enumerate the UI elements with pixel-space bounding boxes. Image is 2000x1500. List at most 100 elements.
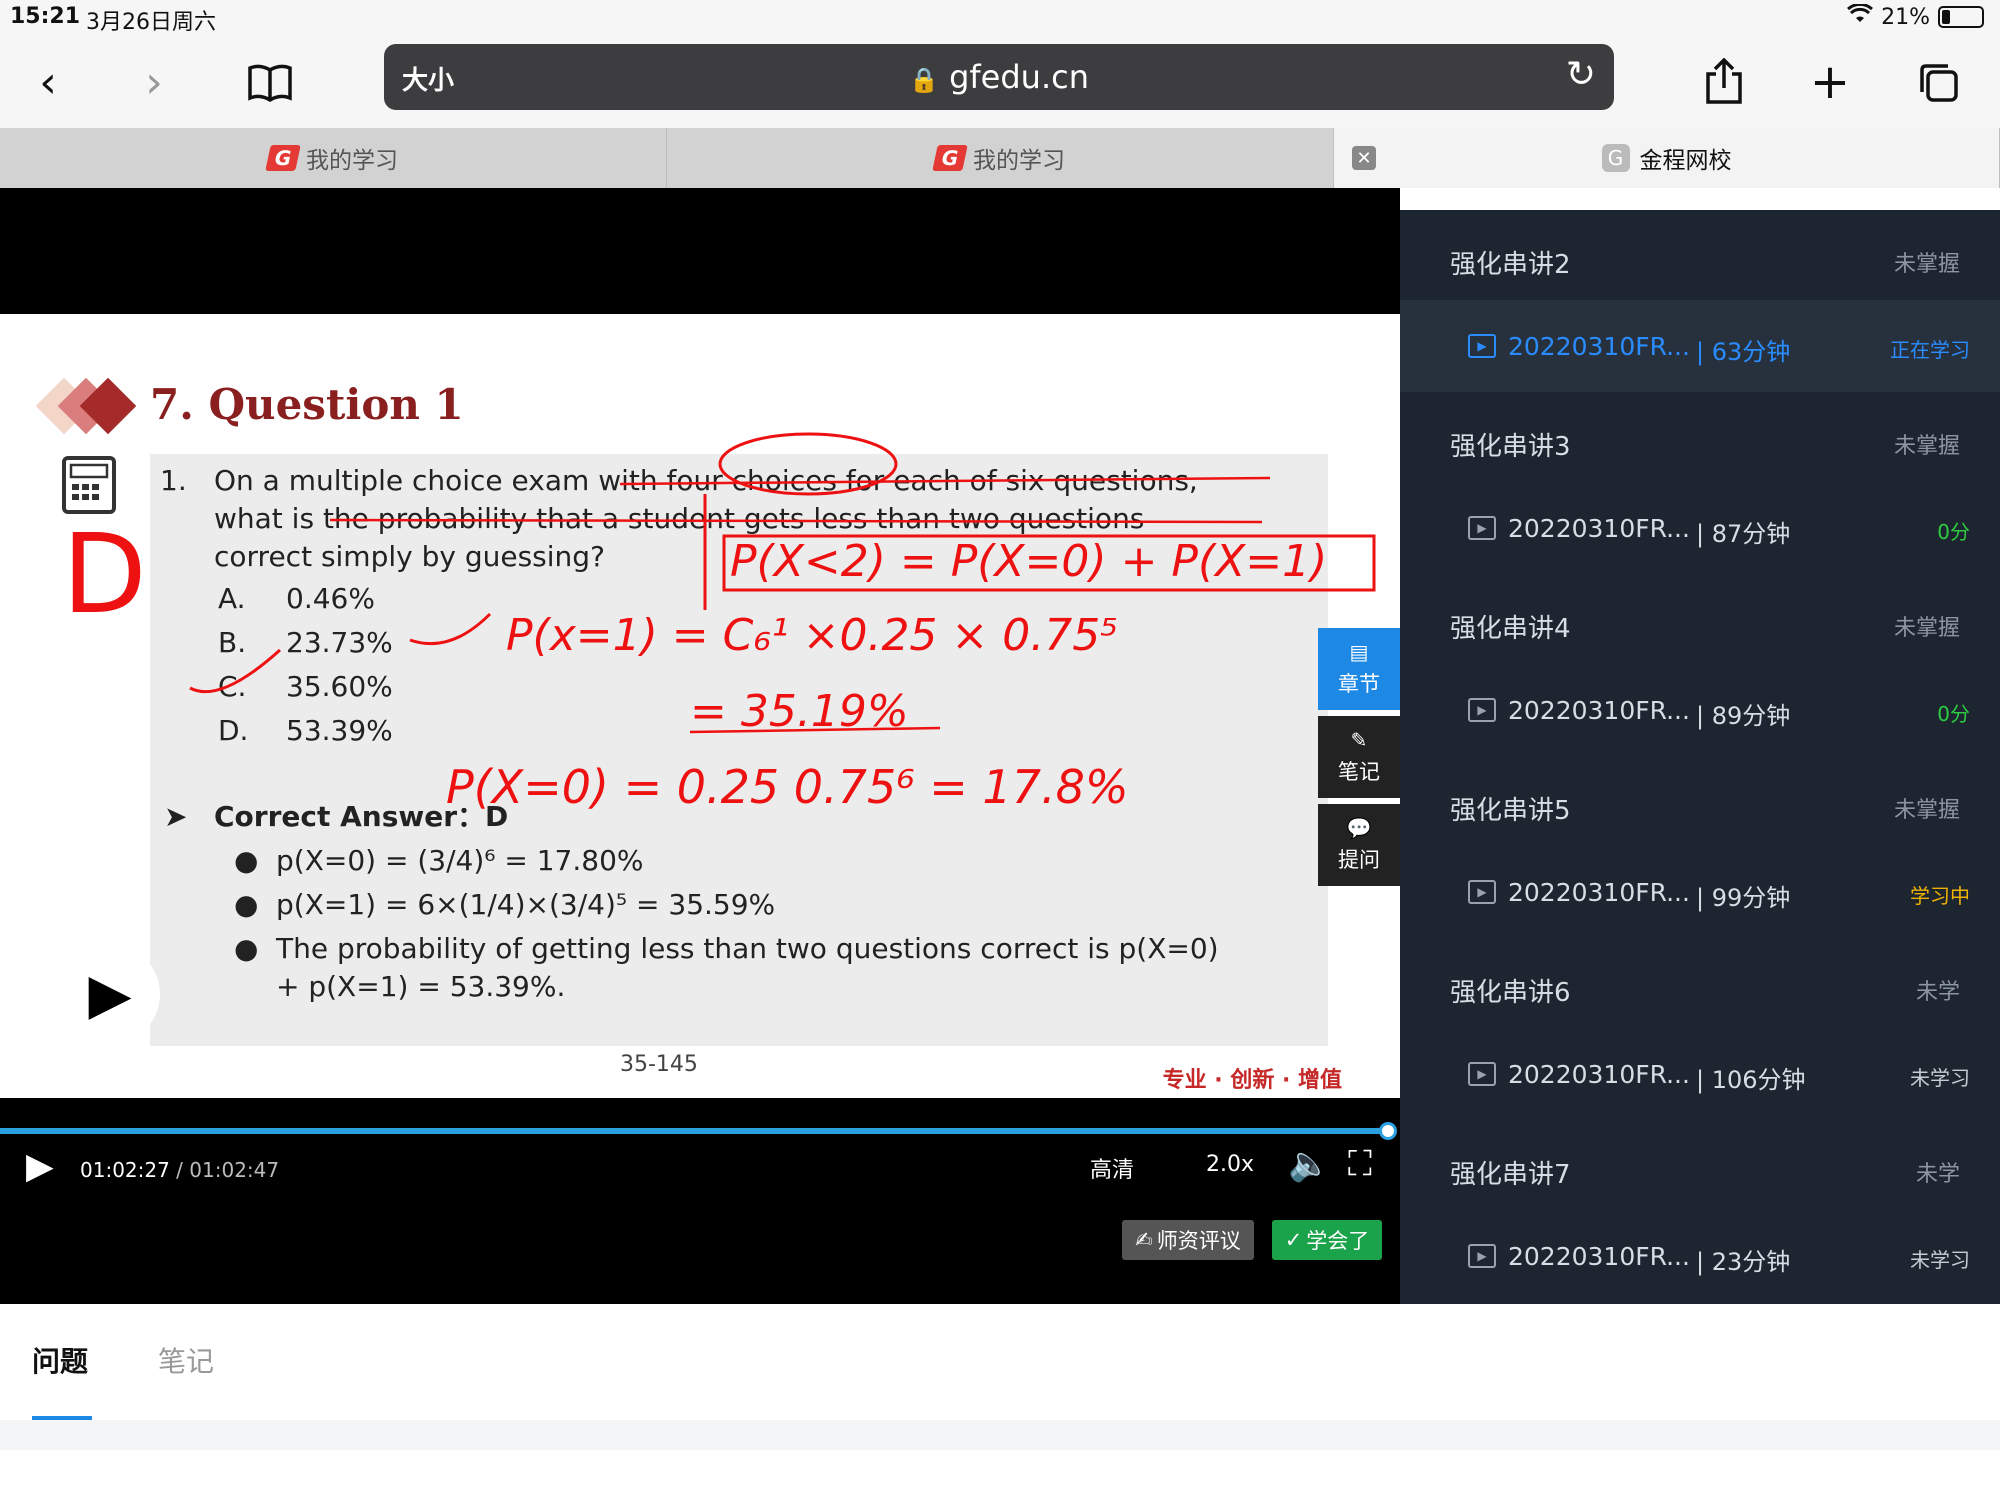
lesson-length: | 63分钟 [1696, 338, 1791, 366]
chapter-item[interactable]: 强化串讲7 未学 [1400, 1120, 2000, 1210]
close-tab-icon[interactable]: ✕ [1352, 146, 1376, 170]
time-display: 01:02:27 / 01:02:47 [80, 1158, 279, 1182]
lesson-title: 20220310FR... [1508, 332, 1690, 361]
url-display[interactable]: 🔒 gfedu.cn [384, 58, 1614, 96]
list-icon: ▤ [1349, 640, 1369, 664]
lesson-title: 20220310FR... [1508, 1242, 1690, 1271]
gfedu-logo-icon: G [932, 145, 968, 171]
lesson-status: 0分 [1937, 520, 1970, 544]
chapter-status: 未掌握 [1893, 616, 1960, 641]
chapter-item[interactable]: 强化串讲5 未掌握 [1400, 756, 2000, 846]
lesson-title: 20220310FR... [1508, 1060, 1690, 1089]
lesson-item[interactable]: ▶ 20220310FR... | 63分钟 正在学习 [1400, 300, 2000, 392]
address-bar[interactable]: 大小 🔒 gfedu.cn ↻ [384, 44, 1614, 110]
speed-button[interactable]: 2.0x [1206, 1152, 1254, 1177]
status-date: 3月26日周六 [86, 10, 216, 35]
lock-icon: 🔒 [909, 66, 939, 94]
handwritten-eq-2: P(x=1) = C₆¹ ×0.25 × 0.75⁵ [506, 610, 1118, 661]
video-player[interactable]: 7. Question 1 1. On a multiple choice ex… [0, 188, 1400, 1304]
lesson-item[interactable]: ▶ 20220310FR... | 23分钟 未学习 [1400, 1210, 2000, 1302]
chapter-button[interactable]: ▤ 章节 [1318, 628, 1400, 710]
gfedu-logo-icon: G [265, 145, 301, 171]
slide-play-icon[interactable]: ▶ [60, 944, 160, 1044]
panel-divider [0, 1420, 2000, 1450]
quality-button[interactable]: 高清 [1090, 1152, 1134, 1184]
lesson-item[interactable]: ▶ 20220310FR... | 89分钟 0分 [1400, 664, 2000, 756]
handwritten-eq-1: P(X<2) = P(X=0) + P(X=1) [730, 536, 1328, 587]
ask-label: 提问 [1338, 848, 1380, 872]
video-icon: ▶ [1468, 880, 1496, 904]
fullscreen-icon[interactable]: ⛶ [1348, 1144, 1372, 1184]
bottom-panel: 问题 笔记 [0, 1304, 2000, 1500]
learned-label: 学会了 [1306, 1229, 1370, 1253]
player-controls: ▶ 01:02:27 / 01:02:47 高清 2.0x 🔈 ⛶ [0, 1136, 1400, 1196]
lesson-length: | 89分钟 [1696, 702, 1791, 730]
reload-icon[interactable]: ↻ [1566, 54, 1596, 95]
lesson-item[interactable]: ▶ 20220310FR... | 87分钟 0分 [1400, 482, 2000, 574]
chapter-item[interactable]: 强化串讲3 未掌握 [1400, 392, 2000, 482]
lecture-slide: 7. Question 1 1. On a multiple choice ex… [0, 314, 1400, 1098]
handwritten-eq-3: = 35.19% [690, 686, 909, 737]
review-label: 师资评议 [1156, 1229, 1241, 1253]
chapter-status: 未掌握 [1893, 252, 1960, 277]
lesson-status: 正在学习 [1890, 338, 1970, 362]
lesson-status: 0分 [1937, 702, 1970, 726]
lesson-title: 20220310FR... [1508, 514, 1690, 543]
site-favicon: G [1601, 144, 1630, 172]
chapter-status: 未掌握 [1893, 434, 1960, 459]
chapter-item[interactable]: 强化串讲4 未掌握 [1400, 574, 2000, 664]
review-button[interactable]: ✍ 师资评议 [1122, 1220, 1254, 1260]
back-icon[interactable]: ‹ [18, 52, 78, 112]
chat-icon: 💬 [1346, 816, 1372, 840]
play-icon[interactable]: ▶ [26, 1146, 54, 1187]
new-tab-icon[interactable]: + [1800, 52, 1860, 112]
learned-button[interactable]: ✓ 学会了 [1272, 1220, 1382, 1260]
video-icon: ▶ [1468, 698, 1496, 722]
lesson-status: 未学习 [1910, 1066, 1970, 1090]
check-icon: ✓ [1284, 1228, 1303, 1252]
chapter-item[interactable]: 强化串讲6 未学 [1400, 938, 2000, 1028]
tabs-overview-icon[interactable] [1908, 52, 1968, 112]
tab-my-learning-1[interactable]: G 我的学习 [0, 128, 667, 188]
lesson-status: 学习中 [1910, 884, 1970, 908]
ask-button[interactable]: 💬 提问 [1318, 804, 1400, 886]
progress-bar[interactable] [0, 1122, 1397, 1140]
bookmarks-icon[interactable] [240, 52, 300, 112]
notes-label: 笔记 [1338, 760, 1380, 784]
tab-strip: G 我的学习 G 我的学习 G 金程网校 ✕ [0, 128, 2000, 188]
tab-notes[interactable]: 笔记 [158, 1340, 214, 1380]
duration: 01:02:47 [189, 1158, 280, 1182]
lesson-item[interactable]: ▶ 20220310FR... | 99分钟 学习中 [1400, 846, 2000, 938]
handwritten-eq-4: P(X=0) = 0.25 0.75⁶ = 17.8% [446, 760, 1129, 814]
course-playlist: 强化串讲2 未掌握 ▶ 20220310FR... | 63分钟 正在学习 强化… [1400, 210, 2000, 1304]
chapter-name: 强化串讲2 [1450, 250, 1571, 280]
chapter-status: 未掌握 [1893, 798, 1960, 823]
battery-icon [1938, 6, 1984, 28]
tab-questions[interactable]: 问题 [32, 1340, 88, 1380]
notes-button[interactable]: ✎ 笔记 [1318, 716, 1400, 798]
battery-percent: 21% [1881, 4, 1930, 30]
lesson-length: | 23分钟 [1696, 1248, 1791, 1276]
chapter-status: 未学 [1915, 1162, 1960, 1187]
tab-jincheng[interactable]: G 金程网校 [1334, 128, 2000, 188]
volume-icon[interactable]: 🔈 [1288, 1144, 1330, 1184]
lesson-status: 未学习 [1910, 1248, 1970, 1272]
chapter-label: 章节 [1338, 672, 1380, 696]
wifi-icon [1847, 2, 1874, 30]
lesson-item[interactable]: ▶ 20220310FR... | 106分钟 未学习 [1400, 1028, 2000, 1120]
tab-label: 我的学习 [973, 148, 1065, 174]
video-icon: ▶ [1468, 1244, 1496, 1268]
lesson-title: 20220310FR... [1508, 878, 1690, 907]
edit-icon: ✍ [1135, 1228, 1153, 1252]
status-bar: 15:21 3月26日周六 21% [0, 0, 2000, 35]
lesson-length: | 106分钟 [1696, 1066, 1806, 1094]
chapter-item[interactable]: 强化串讲2 未掌握 [1400, 210, 2000, 300]
chapter-name: 强化串讲3 [1450, 432, 1571, 462]
share-icon[interactable] [1694, 52, 1754, 112]
chapter-name: 强化串讲7 [1450, 1160, 1571, 1190]
status-time: 15:21 [10, 4, 81, 29]
current-time: 01:02:27 [80, 1158, 170, 1182]
tab-my-learning-2[interactable]: G 我的学习 [667, 128, 1334, 188]
url-text: gfedu.cn [949, 58, 1089, 96]
forward-icon[interactable]: › [124, 52, 184, 112]
